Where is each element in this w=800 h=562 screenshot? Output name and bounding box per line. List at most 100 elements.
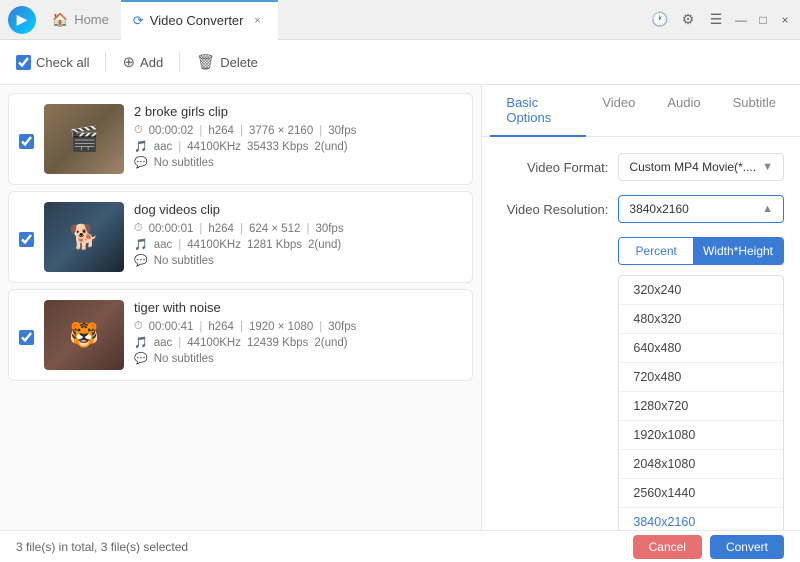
resolution-list: 320x240480x320640x480720x4801280x7201920… [618,275,784,530]
home-icon: 🏠 [52,12,68,28]
tab-converter[interactable]: ⟳ Video Converter × [121,0,278,40]
thumb-content-0: 🎬 [44,104,124,174]
add-icon: ⊕ [122,53,135,71]
file-list: 🎬 2 broke girls clip ⏱ 00:00:02 | h264 |… [0,85,481,530]
toolbar-divider-2 [179,52,180,72]
tab-subtitle[interactable]: Subtitle [717,85,792,137]
check-all-checkbox[interactable] [16,55,31,70]
main-layout: 🎬 2 broke girls clip ⏱ 00:00:02 | h264 |… [0,85,800,530]
file-meta-row-video-0: ⏱ 00:00:02 | h264 | 3776 × 2160 | 30fps [134,124,462,137]
cancel-button[interactable]: Cancel [633,535,702,559]
video-meta-icon-1: ⏱ [134,222,143,235]
channels-1: 2(und) [308,239,341,251]
resolution-item[interactable]: 640x480 [619,334,783,363]
duration-2: 00:00:41 [149,321,194,333]
check-all-item[interactable]: Check all [16,55,89,70]
file-meta-2: ⏱ 00:00:41 | h264 | 1920 × 1080 | 30fps … [134,320,462,365]
resolution-item[interactable]: 1920x1080 [619,421,783,450]
minimize-button[interactable]: — [734,13,748,27]
file-meta-row-audio-0: 🎵 aac | 44100KHz 35433 Kbps 2(und) [134,140,462,153]
res-2: 1920 × 1080 [249,321,313,333]
toolbar: Check all ⊕ Add 🗑 Delete [0,40,800,85]
tab-home[interactable]: 🏠 Home [40,0,121,40]
app-logo: ▶ [8,6,36,34]
close-button[interactable]: × [778,13,792,27]
tab-video[interactable]: Video [586,85,651,137]
file-meta-row-sub-2: 💬 No subtitles [134,352,462,365]
video-meta-icon-0: ⏱ [134,124,143,137]
video-format-value: Custom MP4 Movie(*.... [629,160,756,174]
duration-0: 00:00:02 [149,125,194,137]
file-checkbox-2[interactable] [19,330,34,345]
delete-label: Delete [220,55,258,70]
delete-button[interactable]: 🗑 Delete [196,53,258,71]
resolution-item[interactable]: 2560x1440 [619,479,783,508]
file-name-2: tiger with noise [134,300,462,315]
duration-1: 00:00:01 [149,223,194,235]
codec-0: h264 [208,125,234,137]
percent-button[interactable]: Percent [619,238,693,264]
resolution-item[interactable]: 720x480 [619,363,783,392]
toolbar-divider-1 [105,52,106,72]
file-meta-row-video-1: ⏱ 00:00:01 | h264 | 624 × 512 | 30fps [134,222,462,235]
file-meta-row-sub-0: 💬 No subtitles [134,156,462,169]
audio-meta-icon-1: 🎵 [134,238,148,251]
file-meta-1: ⏱ 00:00:01 | h264 | 624 × 512 | 30fps 🎵 … [134,222,462,267]
video-resolution-row: Video Resolution: 3840x2160 ▲ [498,195,784,223]
add-button[interactable]: ⊕ Add [122,53,163,71]
bitrate-0: 35433 Kbps [247,141,308,153]
maximize-button[interactable]: □ [756,13,770,27]
codec-1: h264 [208,223,234,235]
video-format-select[interactable]: Custom MP4 Movie(*.... ▼ [618,153,784,181]
file-thumbnail-1: 🐕 [44,202,124,272]
video-format-label: Video Format: [498,160,608,175]
resolution-item[interactable]: 1280x720 [619,392,783,421]
history-icon[interactable]: 🕐 [650,10,670,30]
file-thumbnail-0: 🎬 [44,104,124,174]
video-resolution-dropdown-arrow: ▲ [762,203,773,215]
video-resolution-select[interactable]: 3840x2160 ▲ [618,195,784,223]
thumb-content-2: 🐯 [44,300,124,370]
file-meta-row-video-2: ⏱ 00:00:41 | h264 | 1920 × 1080 | 30fps [134,320,462,333]
window-controls: 🕐 ⚙ ☰ — □ × [650,10,792,30]
sample-rate-2: 44100KHz [187,337,241,349]
bitrate-2: 12439 Kbps [247,337,308,349]
fps-1: 30fps [315,223,343,235]
resolution-item[interactable]: 480x320 [619,305,783,334]
video-meta-icon-2: ⏱ [134,320,143,333]
video-resolution-label: Video Resolution: [498,202,608,217]
settings-icon[interactable]: ⚙ [678,10,698,30]
menu-icon[interactable]: ☰ [706,10,726,30]
subtitle-meta-icon-2: 💬 [134,352,148,365]
title-bar: ▶ 🏠 Home ⟳ Video Converter × 🕐 ⚙ ☰ — □ × [0,0,800,40]
convert-button[interactable]: Convert [710,535,784,559]
subtitle-meta-icon-0: 💬 [134,156,148,169]
delete-icon: 🗑 [196,53,215,71]
file-meta-row-audio-2: 🎵 aac | 44100KHz 12439 Kbps 2(und) [134,336,462,349]
tab-audio[interactable]: Audio [651,85,716,137]
resolution-item[interactable]: 320x240 [619,276,783,305]
resolution-switcher: Percent Width*Height [618,237,784,265]
resolution-item[interactable]: 3840x2160 [619,508,783,530]
file-info-1: dog videos clip ⏱ 00:00:01 | h264 | 624 … [134,202,462,267]
bottom-buttons: Cancel Convert [633,535,784,559]
add-label: Add [140,55,163,70]
resolution-item[interactable]: 2048x1080 [619,450,783,479]
channels-2: 2(und) [314,337,347,349]
sample-rate-1: 44100KHz [187,239,241,251]
file-info-0: 2 broke girls clip ⏱ 00:00:02 | h264 | 3… [134,104,462,169]
audio-codec-2: aac [154,337,173,349]
file-thumbnail-2: 🐯 [44,300,124,370]
file-checkbox-0[interactable] [19,134,34,149]
check-all-label: Check all [36,55,89,70]
panel-content: Video Format: Custom MP4 Movie(*.... ▼ V… [482,137,800,530]
file-checkbox-1[interactable] [19,232,34,247]
fps-0: 30fps [328,125,356,137]
status-text: 3 file(s) in total, 3 file(s) selected [16,540,188,554]
file-name-1: dog videos clip [134,202,462,217]
width-height-button[interactable]: Width*Height [693,238,783,264]
bitrate-1: 1281 Kbps [247,239,302,251]
subtitles-1: No subtitles [154,255,214,267]
tab-close-button[interactable]: × [250,13,266,29]
tab-basic-options[interactable]: Basic Options [490,85,586,137]
